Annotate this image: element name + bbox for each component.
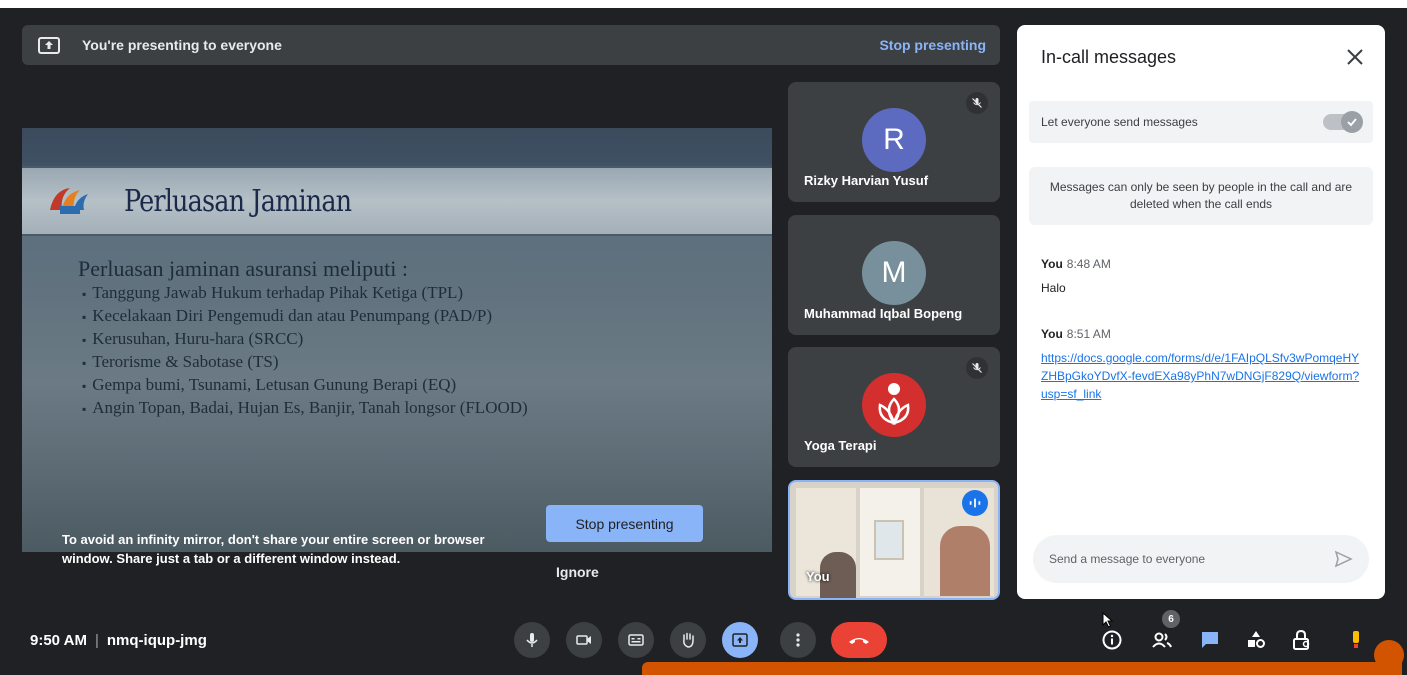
present-screen-icon	[732, 633, 748, 647]
camera-button[interactable]	[566, 622, 602, 658]
separator: |	[94, 632, 99, 649]
info-icon	[1102, 630, 1122, 650]
activities-icon	[1248, 631, 1265, 648]
slide-logo-icon	[50, 188, 88, 214]
show-everyone-button[interactable]	[1148, 626, 1176, 654]
toggle-knob	[1341, 111, 1363, 133]
present-screen-icon	[38, 36, 60, 54]
microphone-button[interactable]	[514, 622, 550, 658]
ignore-button[interactable]: Ignore	[556, 564, 599, 580]
lightbulb-icon	[1353, 631, 1359, 648]
video-background	[874, 520, 904, 560]
meeting-code: nmq-iqup-jmg	[106, 632, 207, 649]
chat-panel: In-call messages Let everyone send messa…	[1017, 25, 1385, 599]
slide-bullet: Terorisme & Sabotase (TS)	[82, 351, 528, 374]
avatar: M	[862, 241, 926, 305]
stop-presenting-button[interactable]: Stop presenting	[546, 505, 703, 542]
chat-panel-title: In-call messages	[1041, 47, 1177, 67]
message-sender: You	[1041, 257, 1063, 271]
more-vert-icon	[796, 633, 800, 647]
mic-off-icon	[966, 92, 988, 114]
camera-icon	[576, 635, 591, 645]
slide-bullet-list: Tanggung Jawab Hukum terhadap Pihak Keti…	[82, 282, 528, 420]
participant-tile[interactable]: R Rizky Harvian Yusuf	[788, 82, 1000, 202]
people-icon	[1152, 632, 1172, 648]
current-time: 9:50 AM	[30, 632, 87, 649]
overlay-bar	[642, 662, 1402, 675]
send-icon[interactable]	[1333, 549, 1353, 569]
chat-message: You 8:48 AM Halo	[1041, 255, 1361, 297]
send-messages-setting: Let everyone send messages	[1029, 101, 1373, 143]
window-top-strip	[0, 0, 1407, 8]
video-person	[940, 526, 990, 596]
speaking-indicator-icon	[962, 490, 988, 516]
chat-icon	[1202, 632, 1218, 648]
extension-button[interactable]	[1342, 626, 1370, 654]
shared-screen-preview: Perluasan Jaminan Perluasan jaminan asur…	[22, 128, 772, 552]
more-options-button[interactable]	[780, 622, 816, 658]
toggle-label: Let everyone send messages	[1041, 115, 1198, 129]
chat-message-input[interactable]	[1049, 552, 1333, 566]
slide-bullet: Tanggung Jawab Hukum terhadap Pihak Keti…	[82, 282, 528, 305]
presenting-banner-text: You're presenting to everyone	[82, 37, 282, 53]
hang-up-icon	[849, 638, 869, 644]
raise-hand-button[interactable]	[670, 622, 706, 658]
participant-name: Muhammad Iqbal Bopeng	[804, 306, 963, 321]
lotus-logo-avatar	[862, 373, 926, 437]
message-time: 8:48 AM	[1066, 257, 1111, 271]
slide-bullet: Angin Topan, Badai, Hujan Es, Banjir, Ta…	[82, 397, 527, 420]
slide-bullet: Gempa bumi, Tsunami, Letusan Gunung Bera…	[82, 374, 528, 397]
present-now-button[interactable]	[722, 622, 758, 658]
mic-icon	[526, 633, 538, 647]
avatar: R	[862, 108, 926, 172]
slide-title: Perluasan Jaminan	[124, 184, 352, 219]
close-icon[interactable]	[1343, 45, 1367, 69]
captions-button[interactable]	[618, 622, 654, 658]
mic-off-icon	[966, 357, 988, 379]
message-text: Halo	[1041, 281, 1066, 295]
slide-bullet: Kerusuhan, Huru-hara (SRCC)	[82, 328, 528, 351]
chat-message: You 8:51 AM https://docs.google.com/forms…	[1041, 325, 1361, 403]
chat-notice: Messages can only be seen by people in t…	[1029, 167, 1373, 225]
banner-stop-presenting-button[interactable]: Stop presenting	[879, 37, 986, 53]
leave-call-button[interactable]	[831, 622, 887, 658]
overlay-indicator	[1374, 640, 1404, 670]
chat-with-everyone-button[interactable]	[1196, 626, 1224, 654]
send-messages-toggle[interactable]	[1323, 111, 1363, 133]
hand-icon	[683, 632, 694, 648]
message-time: 8:51 AM	[1066, 327, 1111, 341]
activities-button[interactable]	[1242, 626, 1270, 654]
lock-person-icon	[1293, 629, 1310, 650]
self-video-tile[interactable]: You	[788, 480, 1000, 600]
message-sender: You	[1041, 327, 1063, 341]
participant-name: Rizky Harvian Yusuf	[804, 173, 929, 188]
participant-tile[interactable]: M Muhammad Iqbal Bopeng	[788, 215, 1000, 335]
slide-bullet: Kecelakaan Diri Pengemudi dan atau Penum…	[82, 305, 528, 328]
slide-lead-text: Perluasan jaminan asuransi meliputi :	[78, 256, 408, 281]
participant-tile[interactable]: Yoga Terapi	[788, 347, 1000, 467]
meeting-info: 9:50 AM | nmq-iqup-jmg	[30, 632, 207, 649]
meeting-details-button[interactable]	[1098, 626, 1126, 654]
participant-name: Yoga Terapi	[804, 438, 877, 453]
host-controls-button[interactable]	[1288, 626, 1316, 654]
chat-input-box	[1033, 535, 1369, 583]
captions-icon	[628, 634, 644, 646]
message-link[interactable]: https://docs.google.com/forms/d/e/1FAIpQ…	[1041, 349, 1361, 403]
infinity-mirror-warning: To avoid an infinity mirror, don't share…	[62, 532, 485, 566]
presenting-banner: You're presenting to everyone Stop prese…	[22, 25, 1000, 65]
participant-name: You	[806, 569, 830, 584]
